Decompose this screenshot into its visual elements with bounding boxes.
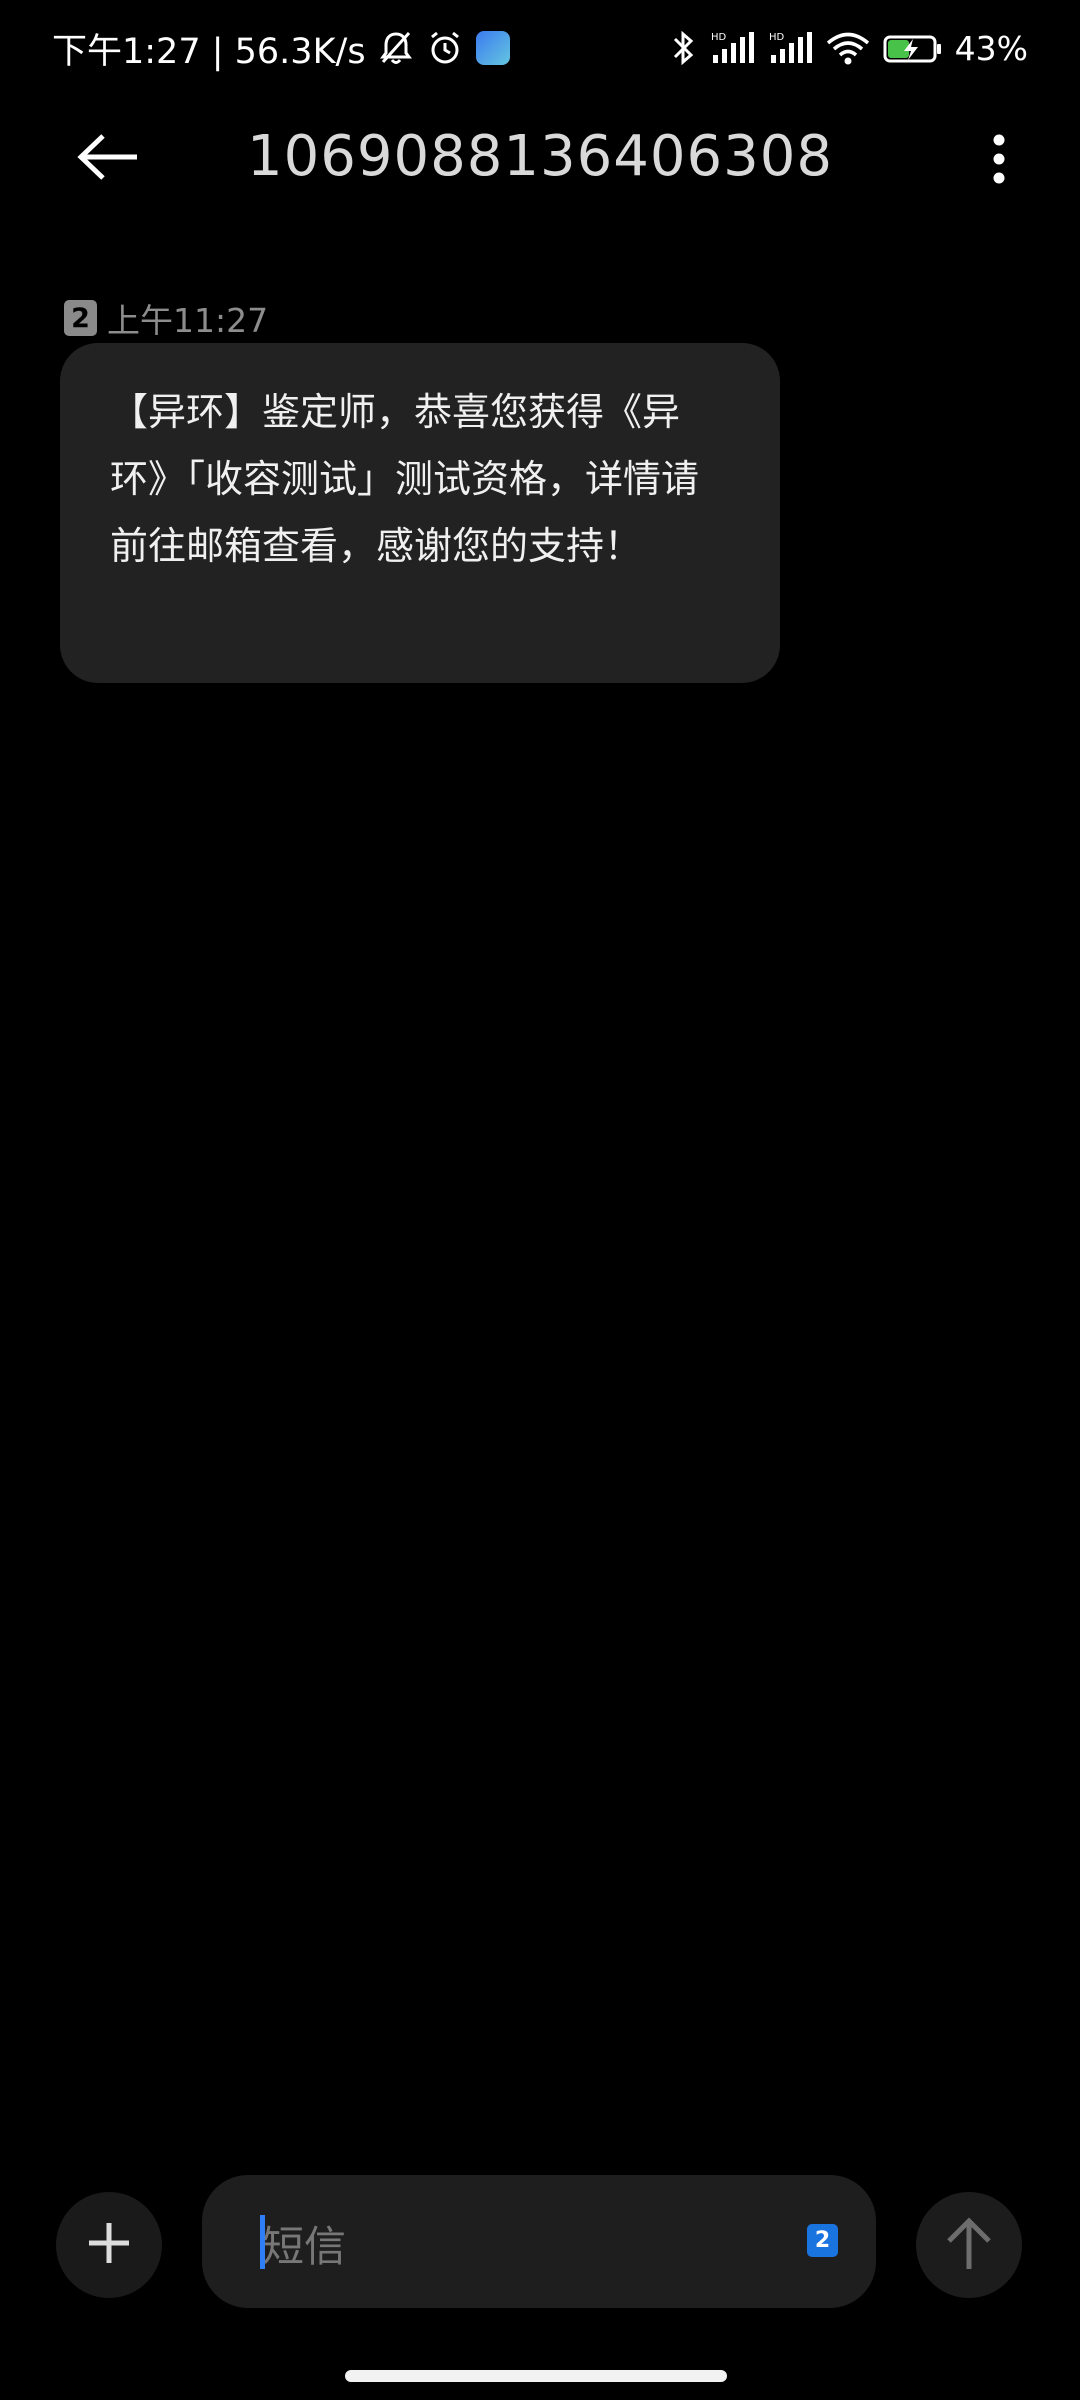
message-input[interactable]: 短信 2 <box>202 2175 876 2308</box>
bluetooth-icon <box>671 29 697 67</box>
conversation-header: 1069088136406308 <box>0 110 1080 210</box>
mute-bell-icon <box>378 29 414 67</box>
status-right: HD HD 43% <box>671 29 1028 68</box>
battery-charging-icon <box>883 29 943 67</box>
more-options-button[interactable] <box>974 126 1024 196</box>
message-time: 上午11:27 <box>107 301 269 340</box>
app-icon <box>475 31 510 65</box>
text-cursor <box>260 2215 265 2269</box>
conversation-title: 1069088136406308 <box>246 124 834 189</box>
home-indicator[interactable] <box>345 2370 727 2382</box>
sim-badge: 2 <box>64 300 97 336</box>
arrow-up-icon <box>944 2215 994 2275</box>
svg-text:HD: HD <box>769 32 785 43</box>
sms-conversation-screen: 下午1:27 | 56.3K/s HD HD 43% 1069088136406… <box>0 0 1080 2400</box>
signal-hd-2-icon: HD <box>767 29 813 67</box>
plus-icon <box>86 2220 132 2270</box>
message-bubble[interactable]: 【异环】鉴定师，恭喜您获得《异环》「收容测试」测试资格，详情请前往邮箱查看，感谢… <box>60 343 780 683</box>
status-time-speed: 下午1:27 | 56.3K/s <box>52 31 366 72</box>
sim-select-badge[interactable]: 2 <box>807 2224 838 2257</box>
alarm-icon <box>426 29 464 67</box>
add-attachment-button[interactable] <box>56 2192 162 2298</box>
battery-percentage: 43% <box>954 28 1028 68</box>
send-button[interactable] <box>916 2192 1022 2298</box>
signal-hd-1-icon: HD <box>709 29 755 67</box>
wifi-icon <box>825 29 871 67</box>
status-left: 下午1:27 | 56.3K/s <box>52 23 510 74</box>
status-bar: 下午1:27 | 56.3K/s HD HD 43% <box>0 0 1080 96</box>
input-placeholder: 短信 <box>262 2222 347 2271</box>
more-vertical-icon <box>992 133 1006 189</box>
message-meta: 2 上午11:27 <box>64 294 268 342</box>
svg-text:HD: HD <box>711 32 727 43</box>
